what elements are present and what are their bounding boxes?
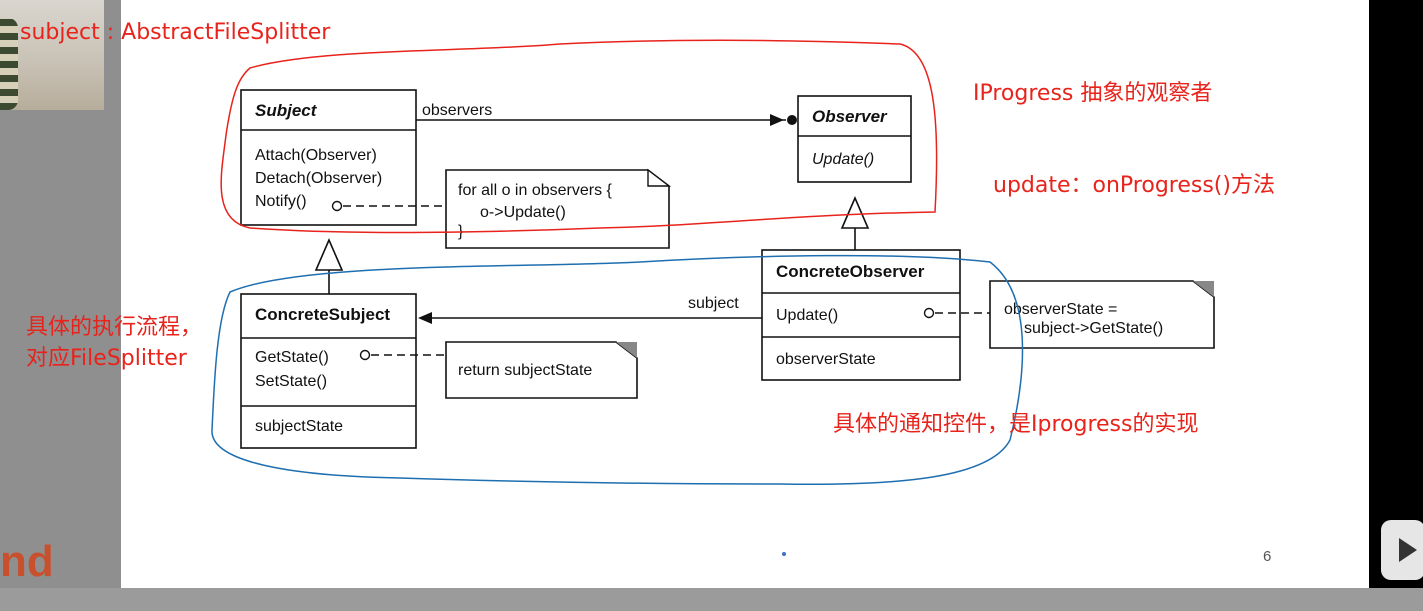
screen: nd Subject Attach(Observer) Detach(Obser… [0, 0, 1423, 611]
slide-dot [782, 552, 786, 556]
left-annotation-line1: 具体的执行流程， [26, 315, 203, 340]
right-bar [1369, 0, 1423, 588]
page-number: 6 [1263, 548, 1272, 565]
logo-fragment: nd [0, 537, 54, 586]
iprogress-annotation: IProgress 抽象的观察者 [973, 81, 1213, 106]
webcam-thumbnail [0, 0, 104, 110]
update-annotation: update：onProgress()方法 [993, 173, 1275, 198]
play-icon[interactable] [1381, 520, 1423, 580]
left-annotation-line2: 对应FileSplitter [26, 346, 187, 371]
subject-annotation: subject : AbstractFileSplitter [20, 20, 331, 45]
bottom-bar [0, 588, 1423, 611]
presenter-image [0, 18, 18, 110]
bottom-annotation: 具体的通知控件，是Iprogress的实现 [833, 412, 1199, 437]
